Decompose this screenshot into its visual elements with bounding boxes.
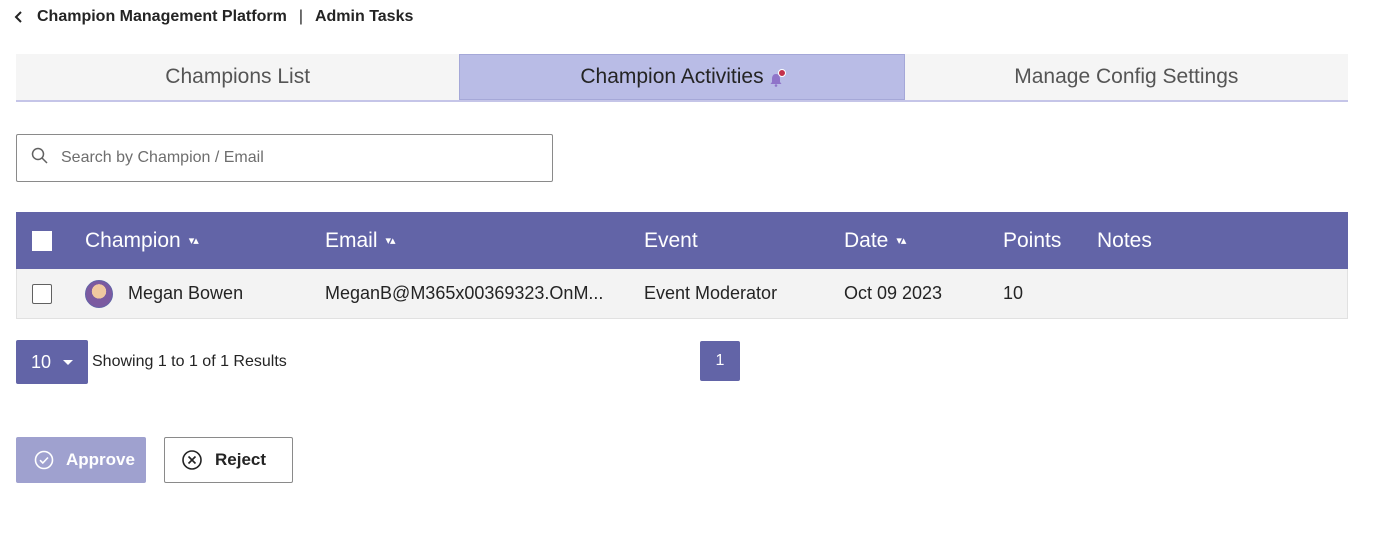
page-size-dropdown[interactable]: 10 [16,340,88,384]
breadcrumb-separator: | [298,8,303,25]
bell-icon [770,69,786,87]
chevron-left-icon[interactable] [14,7,28,27]
tab-label: Champion Activities [580,65,764,88]
column-header-event: Event [644,228,698,252]
column-header-champion[interactable]: Champion [85,229,181,253]
breadcrumb-page-title: Admin Tasks [314,8,414,25]
caret-down-icon [63,359,74,365]
tab-bar: Champions List Champion Activities Manag… [16,54,1348,102]
column-header-email[interactable]: Email [325,229,378,253]
tab-label: Champions List [165,65,311,88]
reject-button[interactable]: Reject [164,437,293,483]
champion-email: MeganB@M365x00369323.OnM... [325,283,604,303]
column-header-notes: Notes [1097,228,1152,252]
results-summary: Showing 1 to 1 of 1 Results [92,353,287,370]
champion-name: Megan Bowen [128,283,244,303]
search-input[interactable] [59,148,523,168]
approve-label: Approve [66,450,135,469]
table-row[interactable]: Megan Bowen MeganB@M365x00369323.OnM... … [16,269,1348,319]
page-button-1[interactable]: 1 [700,341,740,381]
reject-label: Reject [215,450,267,469]
breadcrumb-app-title: Champion Management Platform [37,8,287,25]
search-box [16,134,553,182]
tab-manage-config-settings[interactable]: Manage Config Settings [905,54,1348,100]
page-size-value: 10 [30,351,52,372]
sort-icon[interactable]: ▾▴ [896,234,906,247]
breadcrumb: Champion Management Platform | Admin Tas… [14,6,413,28]
tab-champion-activities[interactable]: Champion Activities [459,54,905,100]
sort-icon[interactable]: ▾▴ [386,234,396,247]
event-date: Oct 09 2023 [844,283,943,303]
event-name: Event Moderator [644,283,778,303]
activities-table: Champion ▾▴ Email ▾▴ Event Date ▾▴ Point… [16,212,1348,319]
event-points: 10 [1003,283,1024,303]
notification-dot [777,69,786,77]
table-header: Champion ▾▴ Email ▾▴ Event Date ▾▴ Point… [16,212,1348,269]
sort-icon[interactable]: ▾▴ [189,234,199,247]
avatar [85,279,113,308]
check-circle-icon [34,450,54,470]
select-all-checkbox[interactable] [32,230,52,251]
row-checkbox[interactable] [32,283,52,304]
column-header-date[interactable]: Date [844,229,888,253]
search-icon [31,147,49,170]
column-header-points: Points [1003,228,1062,252]
pagination-bar: 10 Showing 1 to 1 of 1 Results [16,340,287,384]
approve-button[interactable]: Approve [16,437,146,483]
x-circle-icon [181,449,203,471]
tab-label: Manage Config Settings [1014,65,1239,88]
tab-champions-list[interactable]: Champions List [16,54,459,100]
